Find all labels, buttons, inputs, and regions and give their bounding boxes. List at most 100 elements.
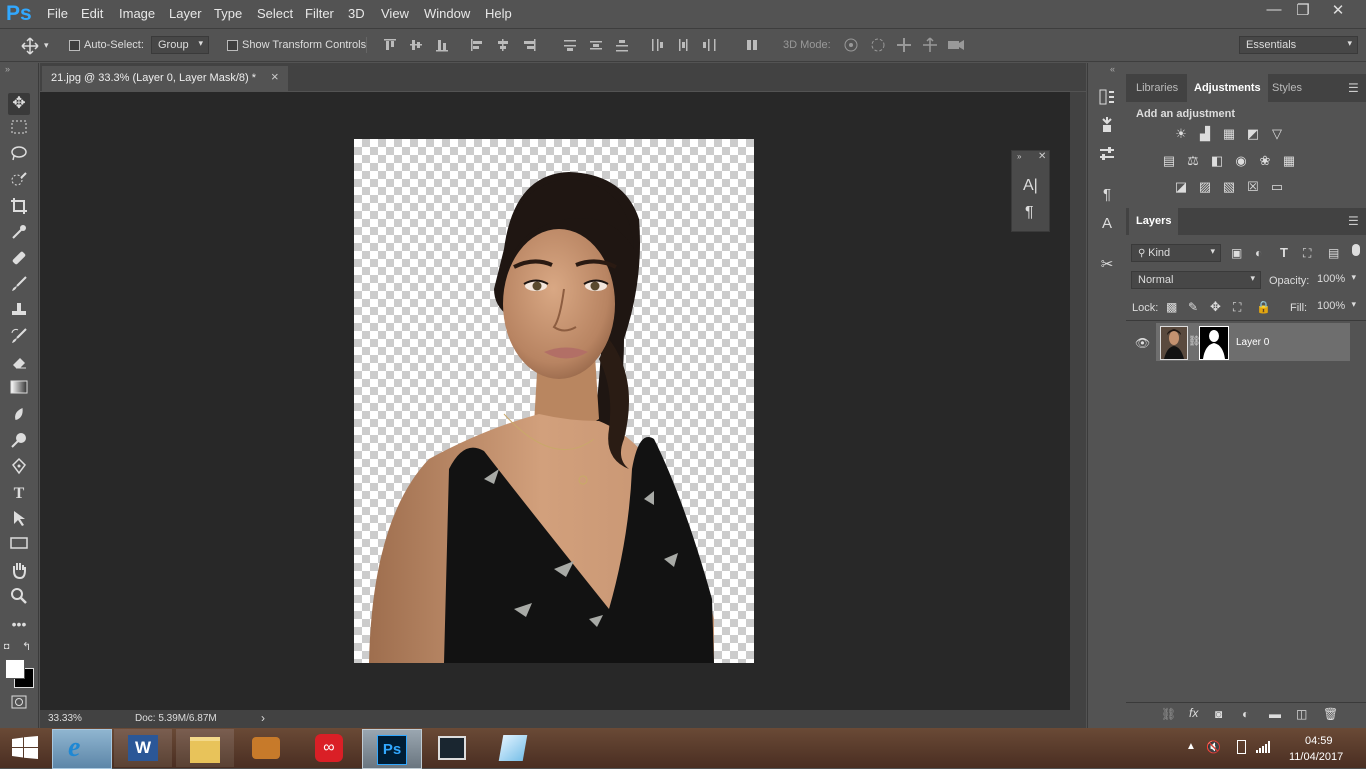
clone-stamp-tool-icon[interactable] [8, 301, 30, 323]
menu-help[interactable]: Help [485, 6, 512, 21]
filter-type-icon[interactable]: T [1280, 245, 1288, 260]
align-left-icon[interactable] [470, 38, 484, 52]
distribute-bottom-icon[interactable] [615, 38, 629, 52]
blur-tool-icon[interactable] [8, 405, 30, 427]
eraser-tool-icon[interactable] [8, 353, 30, 375]
swap-colors-icon[interactable]: ↰ [22, 640, 31, 653]
dodge-tool-icon[interactable] [8, 431, 30, 453]
opacity-field[interactable]: 100% ▾ [1311, 271, 1361, 289]
start-button[interactable] [12, 736, 38, 765]
crop-tool-icon[interactable] [8, 197, 30, 219]
filter-toggle[interactable] [1352, 244, 1360, 256]
move-tool-icon[interactable]: ✥ [8, 93, 30, 115]
auto-select-checkbox[interactable] [69, 40, 80, 51]
fill-field[interactable]: 100% ▾ [1311, 298, 1361, 316]
align-right-icon[interactable] [522, 38, 536, 52]
film-icon[interactable] [424, 729, 482, 767]
blend-mode-dropdown[interactable]: Normal ▾ [1131, 271, 1261, 289]
volume-muted-icon[interactable]: 🔇 [1206, 740, 1221, 754]
layer-style-fx-icon[interactable]: fx [1189, 706, 1198, 720]
3d-roll-icon[interactable] [870, 37, 886, 53]
add-mask-icon[interactable]: ◙ [1215, 707, 1222, 721]
clock-date[interactable]: 11/04/2017 [1289, 751, 1343, 763]
3d-orbit-icon[interactable] [843, 37, 859, 53]
curves-icon[interactable]: ▦ [1221, 126, 1237, 142]
threshold-icon[interactable]: ▧ [1221, 179, 1237, 195]
align-top-icon[interactable] [383, 38, 397, 52]
distribute-right-icon[interactable] [702, 38, 716, 52]
menu-type[interactable]: Type [214, 6, 242, 21]
document-close-icon[interactable]: × [271, 69, 279, 84]
filter-kind-dropdown[interactable]: ⚲ Kind ▾ [1131, 244, 1221, 262]
link-layers-icon[interactable]: ⛓ [1161, 707, 1176, 721]
distribute-left-icon[interactable] [650, 38, 664, 52]
layer-mask-thumbnail[interactable] [1199, 326, 1229, 360]
quick-selection-tool-icon[interactable] [8, 171, 30, 193]
restore-button[interactable]: ❐ [1288, 1, 1318, 19]
new-adjustment-layer-icon[interactable]: ◐ [1242, 707, 1249, 721]
expand-panel-icon[interactable]: » [1017, 152, 1021, 161]
ie-icon[interactable]: e [52, 729, 112, 769]
black-white-icon[interactable]: ◧ [1209, 153, 1225, 169]
gradient-tool-icon[interactable] [8, 379, 30, 401]
3d-slide-icon[interactable] [922, 37, 938, 53]
distribute-top-icon[interactable] [563, 38, 577, 52]
tab-libraries[interactable]: Libraries [1129, 74, 1185, 102]
lasso-tool-icon[interactable] [8, 145, 30, 167]
status-menu-arrow-icon[interactable]: › [261, 711, 265, 725]
auto-select-dropdown[interactable]: Group ▾ [151, 36, 209, 54]
show-transform-checkbox[interactable] [227, 40, 238, 51]
color-lookup-icon[interactable]: ▦ [1281, 153, 1297, 169]
menu-filter[interactable]: Filter [305, 6, 334, 21]
brush-tool-icon[interactable] [8, 275, 30, 297]
color-balance-icon[interactable]: ⚖ [1185, 153, 1201, 169]
layer-visibility-eye-icon[interactable]: 👁 [1135, 336, 1150, 350]
channel-mixer-icon[interactable]: ❀ [1257, 153, 1273, 169]
chevron-down-icon[interactable]: ▾ [44, 40, 49, 51]
properties-panel-icon[interactable] [1097, 145, 1117, 165]
panel-menu-icon[interactable]: ☰ [1348, 81, 1359, 95]
3d-camera-icon[interactable] [947, 37, 965, 53]
zoom-tool-icon[interactable] [8, 587, 30, 609]
delete-layer-icon[interactable]: 🗑 [1323, 707, 1338, 721]
filter-smart-object-icon[interactable]: ▤ [1328, 246, 1339, 260]
filter-pixel-icon[interactable]: ▣ [1231, 246, 1242, 260]
exposure-icon[interactable]: ◩ [1245, 126, 1261, 142]
rectangle-tool-icon[interactable] [8, 535, 30, 557]
type-tool-icon[interactable]: T [8, 483, 30, 505]
creative-cloud-icon[interactable]: ∞ [300, 729, 358, 767]
expand-dock-icon[interactable]: « [1110, 64, 1115, 74]
menu-layer[interactable]: Layer [169, 6, 202, 21]
new-layer-icon[interactable]: ◫ [1296, 707, 1307, 721]
clock-time[interactable]: 04:59 [1305, 735, 1333, 747]
battery-icon[interactable] [1237, 740, 1246, 754]
3d-pan-icon[interactable] [896, 37, 912, 53]
distribute-hcenter-icon[interactable] [676, 38, 690, 52]
layers-menu-icon[interactable]: ☰ [1348, 214, 1359, 228]
path-selection-tool-icon[interactable] [8, 509, 30, 531]
layer-name[interactable]: Layer 0 [1236, 337, 1269, 348]
vibrance-icon[interactable]: ▽ [1269, 126, 1285, 142]
align-vcenter-icon[interactable] [409, 38, 423, 52]
close-panel-icon[interactable]: ✕ [1038, 151, 1046, 162]
media-player-icon[interactable] [238, 729, 296, 767]
paragraph-panel-icon[interactable]: ¶ [1025, 204, 1034, 222]
filter-adjustment-icon[interactable]: ◐ [1255, 246, 1262, 260]
menu-image[interactable]: Image [119, 6, 155, 21]
more-tools-icon[interactable]: ••• [8, 613, 30, 635]
menu-file[interactable]: File [47, 6, 68, 21]
eyedropper-tool-icon[interactable] [8, 223, 30, 245]
distribute-vcenter-icon[interactable] [589, 38, 603, 52]
history-panel-icon[interactable] [1097, 88, 1117, 108]
actions-panel-icon[interactable] [1097, 115, 1117, 135]
hue-saturation-icon[interactable]: ▤ [1161, 153, 1177, 169]
zoom-level[interactable]: 33.33% [48, 713, 82, 724]
character-panel-icon[interactable]: A| [1023, 177, 1038, 195]
tab-layers[interactable]: Layers [1129, 208, 1179, 235]
menu-select[interactable]: Select [257, 6, 293, 21]
tab-adjustments[interactable]: Adjustments [1187, 74, 1268, 102]
word-icon[interactable]: W [114, 729, 172, 767]
new-group-icon[interactable]: ▬ [1269, 707, 1281, 721]
auto-align-icon[interactable] [745, 38, 759, 52]
history-brush-tool-icon[interactable] [8, 327, 30, 349]
